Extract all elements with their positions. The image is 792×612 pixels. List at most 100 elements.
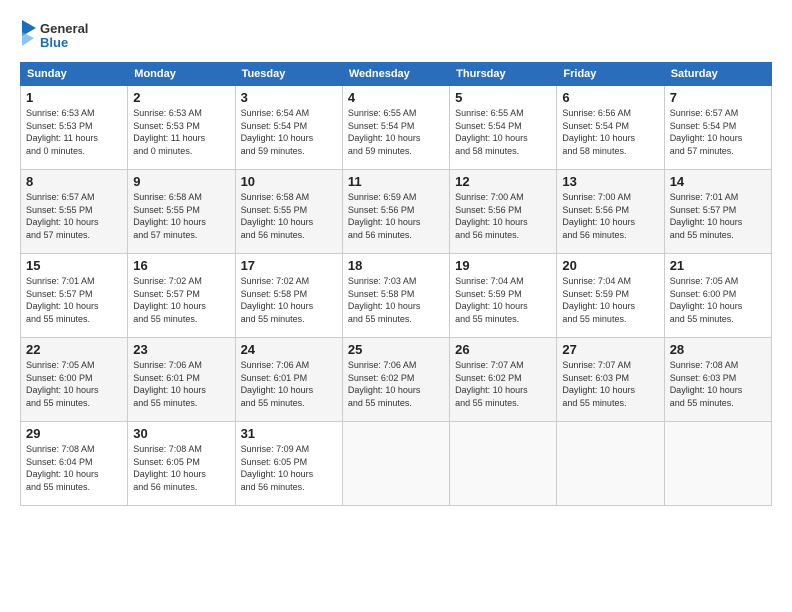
day-info: Sunrise: 6:57 AM Sunset: 5:55 PM Dayligh…: [26, 191, 122, 241]
day-number: 16: [133, 258, 229, 273]
page: General Blue Sunday Monday Tuesday Wedne…: [0, 0, 792, 518]
calendar-cell: 11 Sunrise: 6:59 AM Sunset: 5:56 PM Dayli…: [342, 170, 449, 254]
calendar-cell: 19 Sunrise: 7:04 AM Sunset: 5:59 PM Dayli…: [450, 254, 557, 338]
day-number: 2: [133, 90, 229, 105]
col-monday: Monday: [128, 63, 235, 86]
day-number: 21: [670, 258, 766, 273]
calendar-cell: 9 Sunrise: 6:58 AM Sunset: 5:55 PM Daylig…: [128, 170, 235, 254]
day-info: Sunrise: 6:53 AM Sunset: 5:53 PM Dayligh…: [133, 107, 229, 157]
day-number: 28: [670, 342, 766, 357]
day-info: Sunrise: 6:58 AM Sunset: 5:55 PM Dayligh…: [133, 191, 229, 241]
header-row: Sunday Monday Tuesday Wednesday Thursday…: [21, 63, 772, 86]
day-info: Sunrise: 7:01 AM Sunset: 5:57 PM Dayligh…: [670, 191, 766, 241]
day-info: Sunrise: 7:08 AM Sunset: 6:03 PM Dayligh…: [670, 359, 766, 409]
day-number: 3: [241, 90, 337, 105]
header: General Blue: [20, 18, 772, 54]
day-info: Sunrise: 6:58 AM Sunset: 5:55 PM Dayligh…: [241, 191, 337, 241]
calendar-cell: 16Sunrise: 7:02 AM Sunset: 5:57 PM Dayli…: [128, 254, 235, 338]
day-info: Sunrise: 7:00 AM Sunset: 5:56 PM Dayligh…: [562, 191, 658, 241]
calendar-cell: 25 Sunrise: 7:06 AM Sunset: 6:02 PM Dayli…: [342, 338, 449, 422]
day-info: Sunrise: 7:00 AM Sunset: 5:56 PM Dayligh…: [455, 191, 551, 241]
day-number: 22: [26, 342, 122, 357]
day-number: 13: [562, 174, 658, 189]
day-number: 17: [241, 258, 337, 273]
calendar-cell: 17Sunrise: 7:02 AM Sunset: 5:58 PM Dayli…: [235, 254, 342, 338]
col-wednesday: Wednesday: [342, 63, 449, 86]
calendar-cell: 23Sunrise: 7:06 AM Sunset: 6:01 PM Dayli…: [128, 338, 235, 422]
day-info: Sunrise: 7:04 AM Sunset: 5:59 PM Dayligh…: [455, 275, 551, 325]
day-number: 11: [348, 174, 444, 189]
calendar-table: Sunday Monday Tuesday Wednesday Thursday…: [20, 62, 772, 506]
week-row-3: 22 Sunrise: 7:05 AM Sunset: 6:00 PM Dayli…: [21, 338, 772, 422]
day-info: Sunrise: 7:03 AM Sunset: 5:58 PM Dayligh…: [348, 275, 444, 325]
day-number: 20: [562, 258, 658, 273]
calendar-cell: 3 Sunrise: 6:54 AM Sunset: 5:54 PM Daylig…: [235, 86, 342, 170]
logo-shape: [20, 18, 38, 54]
calendar-cell: [342, 422, 449, 506]
calendar-cell: 5 Sunrise: 6:55 AM Sunset: 5:54 PM Daylig…: [450, 86, 557, 170]
calendar-cell: 24Sunrise: 7:06 AM Sunset: 6:01 PM Dayli…: [235, 338, 342, 422]
day-info: Sunrise: 7:09 AM Sunset: 6:05 PM Dayligh…: [241, 443, 337, 493]
day-number: 23: [133, 342, 229, 357]
day-number: 29: [26, 426, 122, 441]
calendar-cell: 2 Sunrise: 6:53 AM Sunset: 5:53 PM Daylig…: [128, 86, 235, 170]
day-number: 6: [562, 90, 658, 105]
logo-text: General Blue: [20, 18, 88, 54]
week-row-0: 1 Sunrise: 6:53 AM Sunset: 5:53 PM Daylig…: [21, 86, 772, 170]
day-info: Sunrise: 6:57 AM Sunset: 5:54 PM Dayligh…: [670, 107, 766, 157]
day-info: Sunrise: 7:05 AM Sunset: 6:00 PM Dayligh…: [26, 359, 122, 409]
day-info: Sunrise: 7:06 AM Sunset: 6:02 PM Dayligh…: [348, 359, 444, 409]
calendar-cell: 22 Sunrise: 7:05 AM Sunset: 6:00 PM Dayli…: [21, 338, 128, 422]
day-info: Sunrise: 6:54 AM Sunset: 5:54 PM Dayligh…: [241, 107, 337, 157]
day-info: Sunrise: 6:55 AM Sunset: 5:54 PM Dayligh…: [455, 107, 551, 157]
col-friday: Friday: [557, 63, 664, 86]
day-number: 19: [455, 258, 551, 273]
day-number: 25: [348, 342, 444, 357]
day-info: Sunrise: 7:07 AM Sunset: 6:03 PM Dayligh…: [562, 359, 658, 409]
calendar-cell: 13 Sunrise: 7:00 AM Sunset: 5:56 PM Dayli…: [557, 170, 664, 254]
day-info: Sunrise: 6:55 AM Sunset: 5:54 PM Dayligh…: [348, 107, 444, 157]
calendar-cell: 26 Sunrise: 7:07 AM Sunset: 6:02 PM Dayli…: [450, 338, 557, 422]
calendar-cell: 7Sunrise: 6:57 AM Sunset: 5:54 PM Daylig…: [664, 86, 771, 170]
col-tuesday: Tuesday: [235, 63, 342, 86]
calendar-cell: 8 Sunrise: 6:57 AM Sunset: 5:55 PM Daylig…: [21, 170, 128, 254]
calendar-cell: [450, 422, 557, 506]
calendar-cell: 29 Sunrise: 7:08 AM Sunset: 6:04 PM Dayli…: [21, 422, 128, 506]
calendar-cell: 6 Sunrise: 6:56 AM Sunset: 5:54 PM Daylig…: [557, 86, 664, 170]
calendar-cell: 18 Sunrise: 7:03 AM Sunset: 5:58 PM Dayli…: [342, 254, 449, 338]
day-info: Sunrise: 6:59 AM Sunset: 5:56 PM Dayligh…: [348, 191, 444, 241]
day-number: 5: [455, 90, 551, 105]
calendar-cell: 30Sunrise: 7:08 AM Sunset: 6:05 PM Dayli…: [128, 422, 235, 506]
day-number: 8: [26, 174, 122, 189]
day-info: Sunrise: 7:05 AM Sunset: 6:00 PM Dayligh…: [670, 275, 766, 325]
day-number: 14: [670, 174, 766, 189]
day-info: Sunrise: 6:53 AM Sunset: 5:53 PM Dayligh…: [26, 107, 122, 157]
day-number: 10: [241, 174, 337, 189]
day-info: Sunrise: 7:06 AM Sunset: 6:01 PM Dayligh…: [241, 359, 337, 409]
day-info: Sunrise: 7:04 AM Sunset: 5:59 PM Dayligh…: [562, 275, 658, 325]
day-number: 31: [241, 426, 337, 441]
day-number: 26: [455, 342, 551, 357]
day-number: 4: [348, 90, 444, 105]
calendar-cell: [557, 422, 664, 506]
calendar-cell: 4 Sunrise: 6:55 AM Sunset: 5:54 PM Daylig…: [342, 86, 449, 170]
calendar-cell: 20 Sunrise: 7:04 AM Sunset: 5:59 PM Dayli…: [557, 254, 664, 338]
calendar-cell: 28 Sunrise: 7:08 AM Sunset: 6:03 PM Dayli…: [664, 338, 771, 422]
week-row-2: 15Sunrise: 7:01 AM Sunset: 5:57 PM Dayli…: [21, 254, 772, 338]
week-row-1: 8 Sunrise: 6:57 AM Sunset: 5:55 PM Daylig…: [21, 170, 772, 254]
calendar-cell: 31 Sunrise: 7:09 AM Sunset: 6:05 PM Dayli…: [235, 422, 342, 506]
day-number: 1: [26, 90, 122, 105]
calendar-cell: 14 Sunrise: 7:01 AM Sunset: 5:57 PM Dayli…: [664, 170, 771, 254]
calendar-cell: 27Sunrise: 7:07 AM Sunset: 6:03 PM Dayli…: [557, 338, 664, 422]
col-sunday: Sunday: [21, 63, 128, 86]
calendar-cell: 12Sunrise: 7:00 AM Sunset: 5:56 PM Dayli…: [450, 170, 557, 254]
day-info: Sunrise: 7:08 AM Sunset: 6:04 PM Dayligh…: [26, 443, 122, 493]
day-info: Sunrise: 7:07 AM Sunset: 6:02 PM Dayligh…: [455, 359, 551, 409]
col-saturday: Saturday: [664, 63, 771, 86]
logo: General Blue: [20, 18, 88, 54]
day-number: 18: [348, 258, 444, 273]
day-info: Sunrise: 7:08 AM Sunset: 6:05 PM Dayligh…: [133, 443, 229, 493]
day-number: 9: [133, 174, 229, 189]
day-info: Sunrise: 6:56 AM Sunset: 5:54 PM Dayligh…: [562, 107, 658, 157]
calendar-cell: 10 Sunrise: 6:58 AM Sunset: 5:55 PM Dayli…: [235, 170, 342, 254]
